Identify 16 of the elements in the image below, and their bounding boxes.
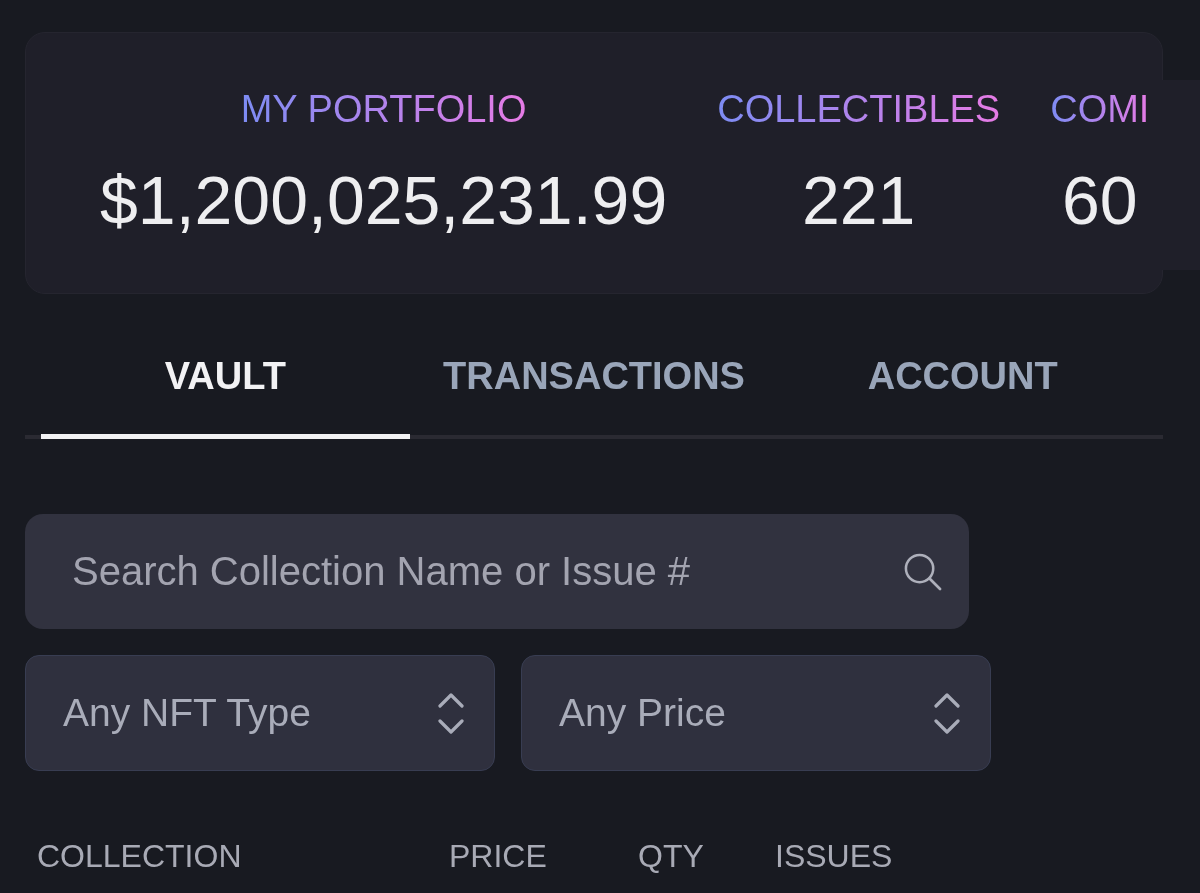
column-header: QTY (638, 837, 705, 875)
chevron-up-down-icon (934, 692, 960, 734)
column-header: ISSUES (775, 837, 894, 875)
chevron-up-down-icon (438, 692, 464, 734)
column-header: COLLECTION (37, 837, 243, 875)
tab[interactable]: TRANSACTIONS (409, 331, 779, 439)
stat-value: 60 (1062, 161, 1138, 240)
tab[interactable]: VAULT (41, 331, 410, 439)
stat-value: 221 (802, 161, 916, 240)
stat-value: $1,200,025,231.99 (100, 161, 668, 240)
filter-select[interactable]: Any NFT Type (25, 655, 495, 771)
column-header: PRICE (449, 837, 548, 875)
search-field[interactable]: Search Collection Name or Issue # (25, 514, 969, 629)
filter-select[interactable]: Any Price (521, 655, 991, 771)
tab[interactable]: ACCOUNT (778, 331, 1147, 439)
search-icon[interactable] (903, 552, 942, 591)
